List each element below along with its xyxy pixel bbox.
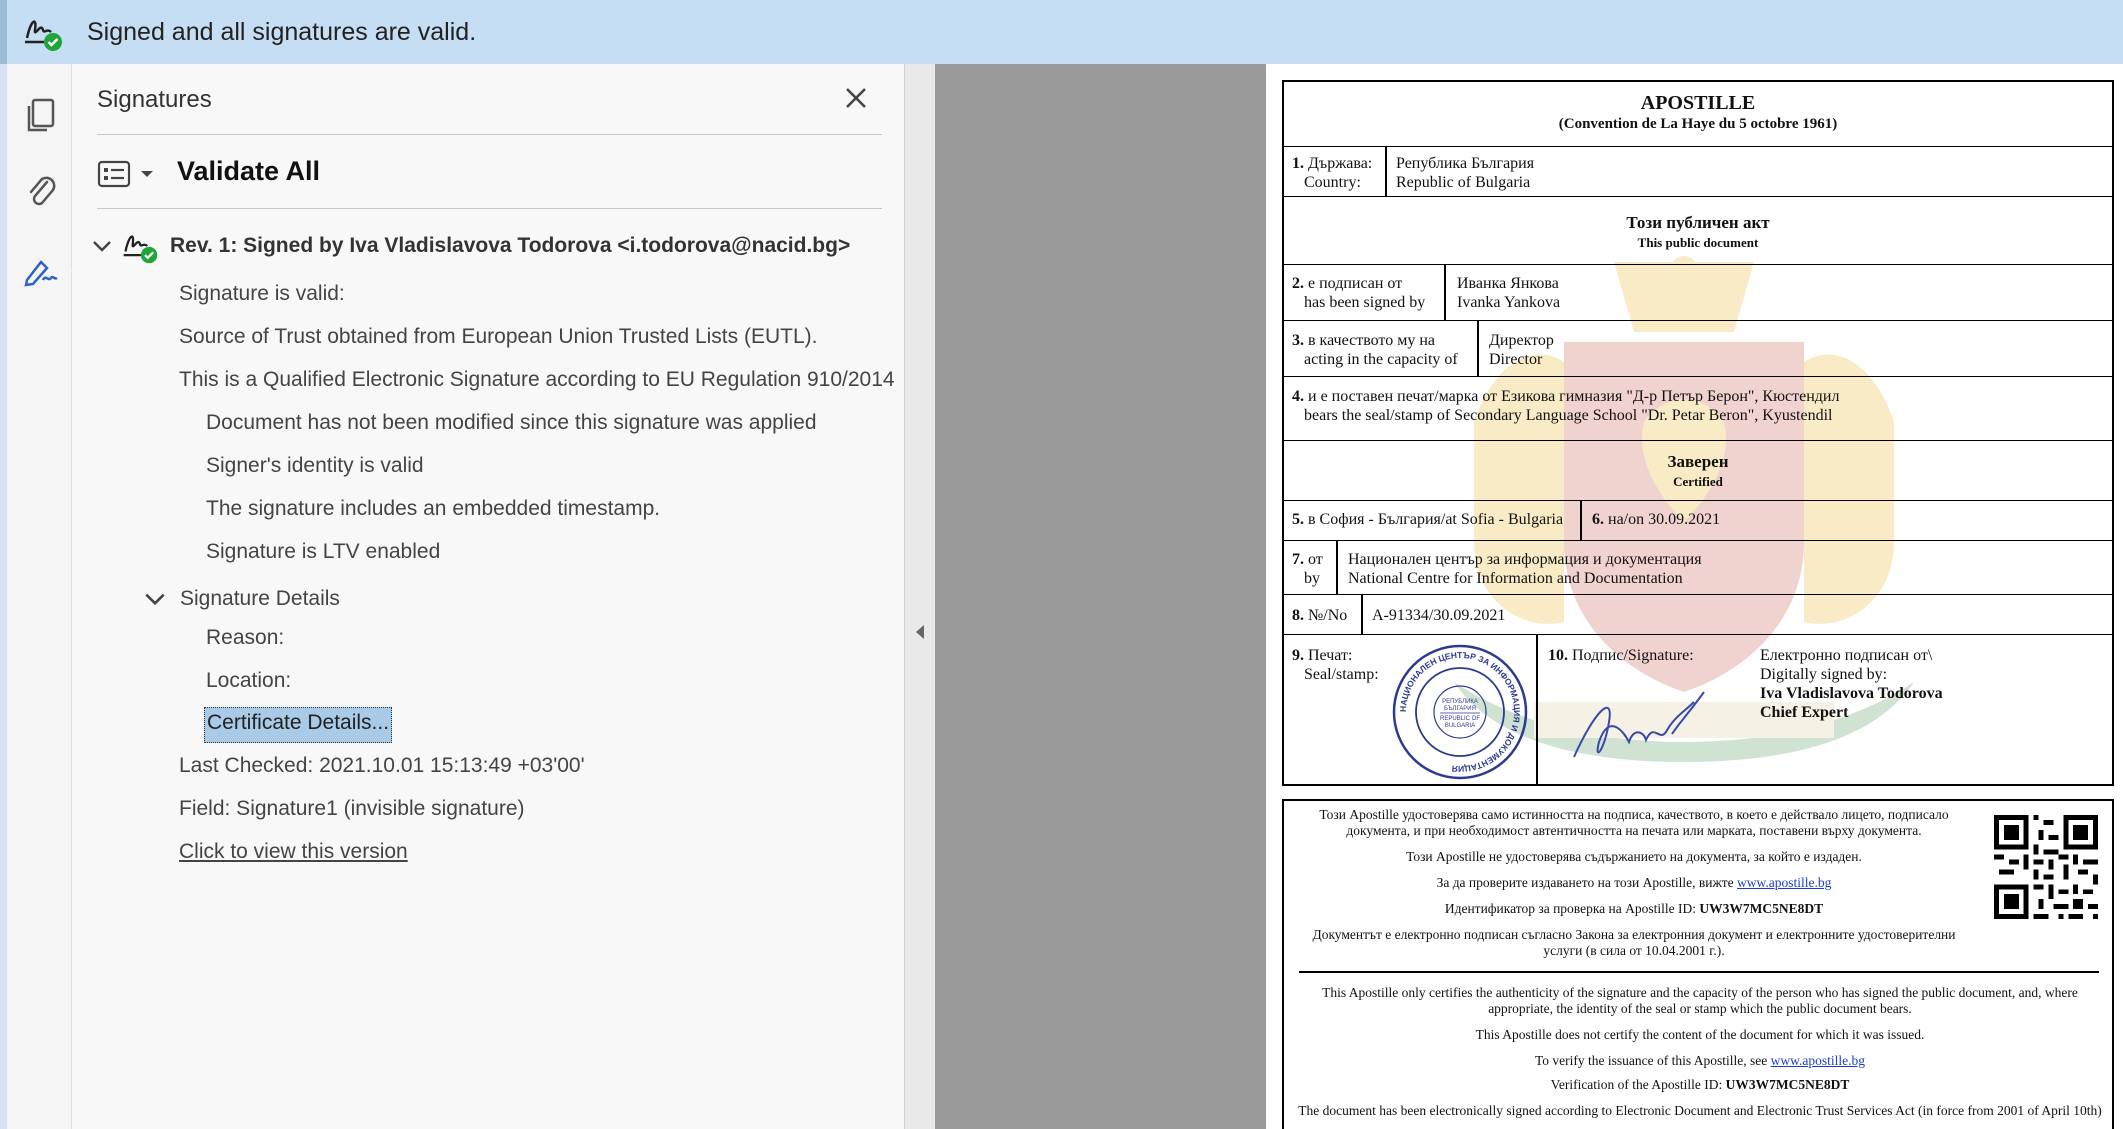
signature-valid-icon (21, 10, 65, 54)
info-bg-3: За да проверите издаването на този Apost… (1436, 875, 1832, 890)
row4-text: 4. и е поставен печат/марка от Езикова г… (1292, 388, 1840, 424)
certified-en: Certified (1673, 474, 1723, 489)
attachments-icon (29, 176, 56, 206)
signature-field: Field: Signature1 (invisible signature) (179, 797, 525, 820)
row8-label: 8. №/No (1292, 607, 1348, 624)
signatures-icon (24, 260, 58, 287)
check-line: Signature is LTV enabled (206, 540, 441, 563)
row9-label: 9. Печат: Seal/stamp: (1292, 647, 1379, 683)
chevron-down-icon[interactable] (90, 234, 114, 258)
status-message: Signed and all signatures are valid. (87, 17, 477, 46)
last-checked: Last Checked: 2021.10.01 15:13:49 +03'00… (179, 754, 585, 777)
row5-text: 5. в София - България/at Sofia - Bulgari… (1292, 511, 1564, 528)
status-line: Source of Trust obtained from European U… (179, 325, 818, 348)
info-en-4: Verification of the Apostille ID: UW3W7M… (1550, 1077, 1850, 1092)
handwritten-signature (1573, 691, 1705, 758)
public-doc-en: This public document (1637, 235, 1759, 250)
row10-label: 10. Подпис/Signature: (1548, 647, 1694, 664)
revision-row[interactable]: Rev. 1: Signed by Iva Vladislavova Todor… (90, 222, 850, 270)
svg-text:БЪЛГАРИЯ: БЪЛГАРИЯ (1444, 706, 1476, 712)
validate-all-button[interactable]: Validate All (177, 156, 320, 187)
certificate-details-button[interactable]: Certificate Details... (204, 707, 393, 743)
signature-status-bar: Signed and all signatures are valid. (0, 0, 2123, 64)
row7-value: Национален център за информация и докуме… (1348, 551, 1702, 587)
signatures-panel-button[interactable] (13, 242, 81, 298)
row2-label: 2. е подписан от has been signed by (1292, 275, 1426, 311)
qr-code (1994, 815, 2098, 919)
list-options-icon (97, 160, 131, 188)
pages-icon (27, 98, 55, 132)
apostille-info-box: Този Apostille удостоверява само истинно… (1282, 799, 2114, 1129)
check-line: The signature includes an embedded times… (206, 497, 661, 520)
panel-splitter[interactable] (904, 64, 935, 1129)
document-page: APOSTILLE (Convention de La Haye du 5 oc… (1266, 64, 2123, 1129)
info-bg-1: Този Apostille удостоверява само истинно… (1319, 807, 1949, 838)
public-doc-bg: Този публичен акт (1626, 213, 1770, 232)
apostille-form: APOSTILLE (Convention de La Haye du 5 oc… (1282, 80, 2114, 786)
pages-panel-button[interactable] (13, 88, 69, 144)
check-line: Signer's identity is valid (206, 454, 424, 477)
location-label: Location: (206, 669, 292, 692)
revision-label: Rev. 1: Signed by Iva Vladislavova Todor… (170, 234, 851, 257)
attachments-panel-button[interactable] (13, 164, 69, 220)
apostille-title: APOSTILLE (1640, 92, 1756, 114)
row7-label: 7. от by (1292, 551, 1323, 587)
svg-text:РЕПУБЛИКА: РЕПУБЛИКА (1442, 699, 1478, 705)
reason-label: Reason: (206, 626, 285, 649)
info-en-1: This Apostille only certifies the authen… (1322, 985, 2078, 1016)
divider (97, 134, 882, 135)
info-en-3: To verify the issuance of this Apostille… (1534, 1053, 1865, 1068)
row8-value: А-91334/30.09.2021 (1372, 607, 1506, 624)
divider (97, 208, 882, 209)
navigation-rail (0, 64, 81, 1129)
panel-title: Signatures (97, 86, 212, 113)
apostille-link[interactable]: www.apostille.bg (1737, 875, 1831, 890)
digital-signature-note: Електронно подписан от\ Digitally signed… (1760, 647, 1943, 721)
chevron-down-icon (145, 593, 165, 606)
row3-value: Директор Director (1489, 332, 1554, 368)
svg-text:REPUBLIC OF: REPUBLIC OF (1440, 716, 1480, 722)
status-line: This is a Qualified Electronic Signature… (179, 368, 895, 391)
caret-down-icon (141, 171, 153, 177)
options-menu-button[interactable] (97, 154, 159, 194)
row1-label: 1. Държава: Country: (1292, 155, 1373, 191)
signature-valid-icon (120, 226, 160, 266)
check-line: Document has not been modified since thi… (206, 411, 817, 434)
apostille-subtitle: (Convention de La Haye du 5 octobre 1961… (1558, 116, 1838, 132)
apostille-link[interactable]: www.apostille.bg (1771, 1053, 1865, 1068)
status-line: Signature is valid: (179, 282, 345, 305)
row1-value: Република България Republic of Bulgaria (1396, 155, 1535, 191)
row3-label: 3. в качеството му на acting in the capa… (1292, 332, 1458, 368)
info-bg-2: Този Apostille не удостоверява съдържани… (1406, 849, 1862, 864)
signatures-panel: Signatures Validate All Rev. 1: Signed b… (72, 64, 904, 1129)
row-separator (1284, 146, 2112, 147)
svg-text:BULGARIA: BULGARIA (1445, 723, 1475, 729)
signature-details-label: Signature Details (180, 587, 340, 610)
official-stamp: НАЦИОНАЛЕН ЦЕНТЪР ЗА ИНФОРМАЦИЯ И ДОКУМЕ… (1392, 644, 1528, 780)
collapse-panel-button[interactable] (913, 620, 927, 644)
info-en-2: This Apostille does not certify the cont… (1475, 1027, 1925, 1042)
close-icon (846, 88, 866, 108)
row2-value: Иванка Янкова Ivanka Yankova (1457, 275, 1561, 311)
divider (1299, 971, 2099, 973)
signature-details-toggle[interactable]: Signature Details (142, 579, 340, 619)
close-panel-button[interactable] (838, 80, 874, 116)
info-bg-5: Документът е електронно подписан съгласн… (1312, 927, 1956, 958)
row6-text: 6. на/on 30.09.2021 (1592, 511, 1721, 528)
info-en-5: The document has been electronically sig… (1298, 1103, 2102, 1118)
info-bg-4: Идентификатор за проверка на Apostille I… (1444, 901, 1824, 916)
caret-left-icon (916, 625, 924, 639)
certified-bg: Заверен (1667, 452, 1729, 471)
view-version-link[interactable]: Click to view this version (179, 840, 408, 864)
